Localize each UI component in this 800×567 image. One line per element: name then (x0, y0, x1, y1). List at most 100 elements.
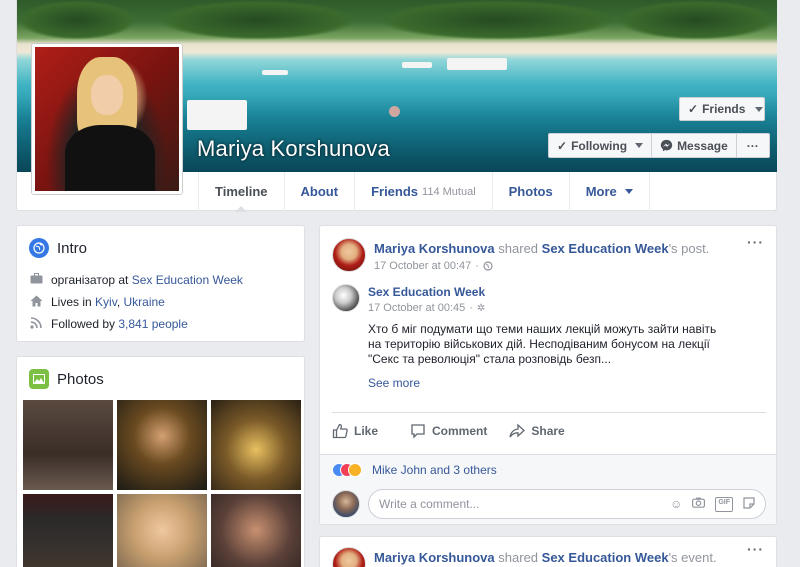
city-link[interactable]: Kyiv (95, 295, 117, 309)
boat (262, 70, 288, 75)
profile-actions: ✓ Following Message ··· (548, 133, 770, 158)
source-link[interactable]: Sex Education Week (542, 241, 669, 256)
dot-separator: · (475, 260, 479, 272)
friends-button-label: Friends (702, 102, 746, 116)
work-prefix: організатор at (51, 273, 129, 287)
work-link[interactable]: Sex Education Week (132, 273, 243, 287)
source-link[interactable]: Sex Education Week (542, 550, 669, 565)
tab-timeline[interactable]: Timeline (198, 172, 284, 212)
photos-card: Photos (16, 356, 305, 567)
tab-label: About (300, 184, 339, 199)
more-options-button[interactable]: ··· (737, 134, 769, 157)
caret-down-icon (624, 189, 633, 194)
intro-title: Intro (57, 239, 88, 257)
photo-thumbnail[interactable] (117, 400, 207, 490)
post-menu-icon[interactable]: ··· (747, 234, 764, 250)
shared-word: shared (498, 241, 539, 256)
like-button[interactable]: Like (332, 423, 378, 439)
briefcase-icon (29, 273, 43, 287)
tab-label: Photos (508, 184, 553, 199)
gif-icon[interactable]: GIF (715, 496, 733, 512)
post-author-line: Mariya Korshunova shared Sex Education W… (374, 550, 717, 567)
intro-work: організатор at Sex Education Week (17, 269, 304, 291)
intro-lives: Lives in Kyiv, Ukraine (17, 291, 304, 313)
boat (447, 58, 507, 70)
post-author-line: Mariya Korshunova shared Sex Education W… (374, 241, 709, 256)
photo-thumbnail[interactable] (211, 400, 301, 490)
author-avatar[interactable] (332, 238, 366, 272)
reaction-icons (332, 462, 362, 477)
post-text: Хто б міг подумати що теми наших лекцій … (368, 322, 717, 366)
following-label: Following (571, 138, 628, 153)
intro-followers: Followed by 3,841 people (17, 313, 304, 335)
comment-composer: Write a comment... ☺ GIF (320, 484, 776, 524)
followed-prefix: Followed by (51, 317, 116, 331)
body-shape (65, 125, 155, 191)
message-label: Message (677, 138, 728, 153)
see-more-link[interactable]: See more (368, 376, 420, 390)
intro-card: Intro організатор at Sex Education Week … (16, 225, 305, 342)
followers-link[interactable]: 3,841 people (118, 317, 187, 331)
post-timestamp[interactable]: 17 October at 00:47 (374, 260, 471, 272)
post-suffix: 's event. (668, 550, 717, 565)
country-link[interactable]: Ukraine (123, 295, 164, 309)
photos-header: Photos (17, 357, 304, 389)
author-link[interactable]: Mariya Korshunova (374, 241, 495, 256)
comment-button[interactable]: Comment (410, 423, 487, 439)
like-label: Like (354, 423, 379, 438)
public-globe-icon[interactable] (483, 261, 493, 271)
post-header: Mariya Korshunova shared Sex Education W… (332, 238, 709, 272)
lives-prefix: Lives in (51, 295, 92, 309)
camera-icon[interactable] (692, 497, 706, 512)
check-icon: ✓ (688, 102, 699, 116)
tab-more[interactable]: More (568, 172, 650, 211)
comment-placeholder: Write a comment... (379, 497, 480, 511)
tab-label: Friends (371, 184, 419, 199)
post-card: Mariya Korshunova shared Sex Education W… (319, 536, 777, 567)
photo-thumbnail[interactable] (117, 494, 207, 567)
emoji-icon[interactable]: ☺ (670, 497, 682, 512)
profile-tabs: Timeline About Friends 114 Mutual Photos … (198, 172, 650, 212)
page-avatar[interactable] (332, 284, 360, 312)
profile-name[interactable]: Mariya Korshunova (197, 136, 390, 162)
profile-picture[interactable] (32, 44, 182, 194)
photo-thumbnail[interactable] (211, 494, 301, 567)
page-link[interactable]: Sex Education Week (368, 285, 485, 299)
photo-thumbnail[interactable] (23, 400, 113, 490)
shared-post-meta: 17 October at 00:45 · ✲ (368, 302, 485, 314)
share-label: Share (531, 423, 565, 438)
photos-icon (29, 369, 49, 389)
caret-down-icon (635, 143, 644, 148)
buoy (389, 106, 400, 117)
author-link[interactable]: Mariya Korshunova (374, 550, 495, 565)
comment-label: Comment (432, 423, 488, 438)
shared-timestamp[interactable]: 17 October at 00:45 (368, 302, 465, 314)
home-icon (29, 295, 43, 310)
post-menu-icon[interactable]: ··· (747, 541, 764, 557)
post-header: Mariya Korshunova shared Sex Education W… (332, 547, 717, 567)
dot-separator: · (469, 302, 473, 314)
friends-button[interactable]: ✓ Friends (679, 97, 765, 121)
sad-reaction-icon (348, 462, 362, 477)
messenger-icon (660, 139, 673, 152)
comment-input[interactable]: Write a comment... ☺ GIF (368, 489, 766, 519)
tab-friends[interactable]: Friends 114 Mutual (354, 172, 492, 211)
message-button[interactable]: Message (652, 134, 737, 157)
shared-post-header: Sex Education Week 17 October at 00:45 ·… (332, 284, 485, 314)
photo-thumbnail[interactable] (23, 494, 113, 567)
following-button[interactable]: ✓ Following (549, 134, 653, 157)
post-actions: Like Comment Share (332, 412, 766, 448)
reactions-text[interactable]: Mike John and 3 others (372, 463, 497, 477)
check-icon: ✓ (557, 138, 568, 153)
sticker-icon[interactable] (743, 496, 755, 512)
palm-trees (377, 0, 617, 40)
tab-photos[interactable]: Photos (491, 172, 569, 211)
settings-gear-icon[interactable]: ✲ (477, 303, 485, 314)
boat (187, 100, 247, 130)
share-button[interactable]: Share (509, 423, 565, 439)
reactions-summary[interactable]: Mike John and 3 others (320, 454, 776, 484)
boat (402, 62, 432, 68)
photos-title: Photos (57, 370, 104, 388)
author-avatar[interactable] (332, 547, 366, 567)
tab-about[interactable]: About (283, 172, 355, 211)
